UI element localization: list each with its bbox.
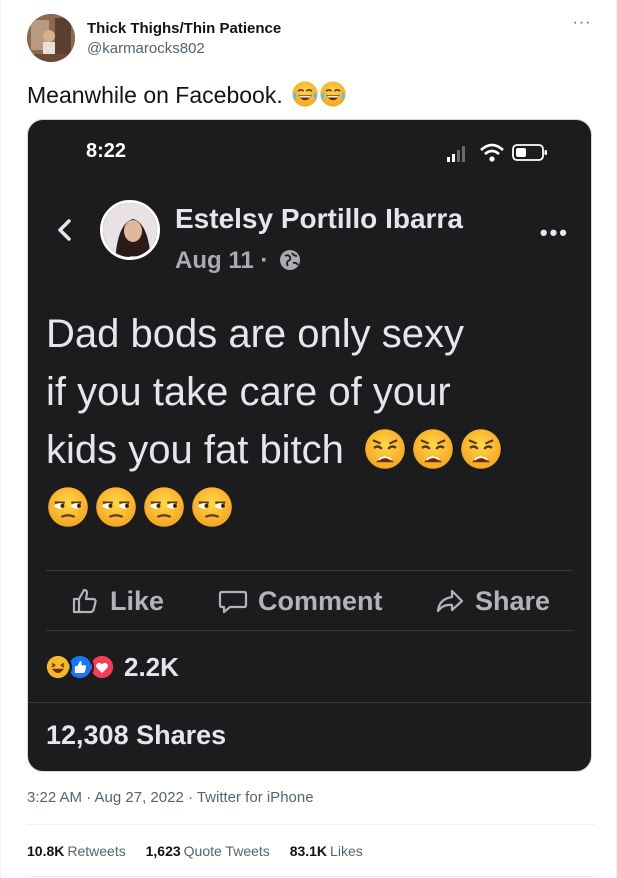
status-bar-icons [447,143,547,162]
tweet-timestamp[interactable]: 3:22 AM · Aug 27, 2022 · Twitter for iPh… [27,789,314,806]
tweet-card: Thick Thighs/Thin Patience @karmarocks80… [0,0,617,878]
tweet-header: Thick Thighs/Thin Patience @karmarocks80… [27,14,596,62]
signal-icon [447,146,465,162]
face-with-tears-of-joy-icon [319,80,347,108]
fb-more-options-icon[interactable]: ••• [540,220,569,246]
fb-post-body-line: if you take care of your [46,370,451,414]
fb-like-button[interactable]: Like [70,583,164,619]
retweets-count: 10.8K [27,843,65,859]
unamused-face-icon [94,485,138,529]
haha-reaction-icon [44,653,72,681]
likes-count: 83.1K [289,843,328,859]
fb-post-date: Aug 11 · [175,247,301,275]
unamused-face-icon [190,485,234,529]
face-with-tears-of-joy-icon [291,80,319,108]
retweets-label: Retweets [67,843,126,859]
fb-post-body-line: kids you fat bitch [46,421,576,479]
back-chevron-icon[interactable] [54,215,76,245]
user-handle[interactable]: @karmarocks802 [87,40,205,57]
tweet-text: Meanwhile on Facebook. [27,80,347,109]
tweet-stats: 10.8K Retweets 1,623 Quote Tweets 83.1K Lik… [27,843,379,859]
divider [28,702,591,703]
retweets-stat[interactable]: 10.8K Retweets [27,843,126,859]
fb-reaction-count: 2.2K [124,651,179,682]
divider [27,876,596,877]
unamused-face-icon [142,485,186,529]
fb-like-label: Like [110,585,165,616]
fb-share-label: Share [475,585,551,616]
globe-icon [280,250,301,270]
fb-post-date-text: Aug 11 · [175,247,269,274]
fb-post-body-line: Dad bods are only sexy [46,312,465,356]
fb-share-button[interactable]: Share [435,583,550,619]
weary-face-icon [459,427,503,471]
wifi-icon [480,143,504,162]
thumbs-up-icon [72,588,97,614]
more-options-icon[interactable]: ··· [568,15,596,36]
weary-face-icon [411,427,455,471]
weary-face-icon [363,427,407,471]
divider [46,570,573,571]
fb-author-name[interactable]: Estelsy Portillo Ibarra [175,203,463,235]
display-name[interactable]: Thick Thighs/Thin Patience [87,20,281,37]
fb-post-emoji-line [46,479,576,537]
fb-comment-button[interactable]: Comment [218,583,383,619]
fb-post-body-text: kids you fat bitch [46,428,344,472]
tweet-text-content: Meanwhile on Facebook. [27,82,283,108]
fb-shares-count[interactable]: 12,308 Shares [46,720,226,751]
quote-tweets-stat[interactable]: 1,623 Quote Tweets [146,843,270,859]
divider [27,824,596,825]
tweet-media-image[interactable]: 8:22 Estelsy Portillo Ibarra Aug 11 · ••… [27,119,592,772]
quote-tweets-label: Quote Tweets [183,843,270,859]
divider [46,630,573,631]
status-bar-time: 8:22 [86,140,127,162]
fb-reactions-summary[interactable]: 2.2K [44,650,179,684]
fb-author-avatar[interactable] [100,200,160,260]
comment-bubble-icon [218,590,248,614]
fb-comment-label: Comment [258,585,383,616]
battery-icon [512,144,547,161]
fb-post-body: Dad bods are only sexy if you take care … [46,305,576,537]
likes-stat[interactable]: 83.1K Likes [290,843,363,859]
user-avatar[interactable] [27,14,75,62]
unamused-face-icon [46,485,90,529]
quote-tweets-count: 1,623 [145,843,181,859]
likes-label: Likes [330,843,363,859]
share-arrow-icon [436,589,464,613]
